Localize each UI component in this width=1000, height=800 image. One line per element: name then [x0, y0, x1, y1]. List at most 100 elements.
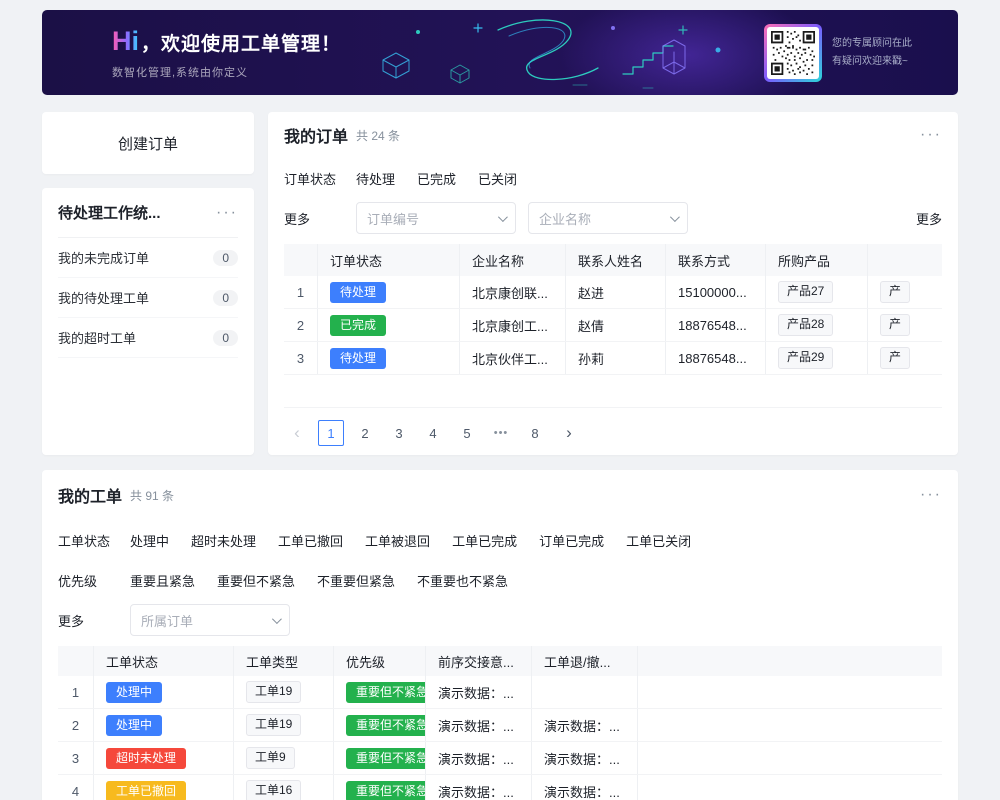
workorder-row[interactable]: 1 处理中 工单19 重要但不紧急 演示数据：...: [58, 676, 942, 709]
filler-cell: [638, 676, 942, 708]
my-orders-panel: 我的订单 共 24 条 ··· 订单状态 待处理 已完成 已关闭 更多 订单编号: [268, 112, 958, 455]
order-row[interactable]: 2 已完成 北京康创工... 赵倩 18876548... 产品28 产: [284, 309, 942, 342]
priority-option-important-urgent[interactable]: 重要且紧急: [130, 571, 195, 590]
pagination-page-5[interactable]: 5: [454, 420, 480, 446]
stat-label: 我的待处理工单: [58, 288, 149, 307]
wo-status-option-overdue[interactable]: 超时未处理: [191, 531, 256, 550]
header-index: [58, 646, 94, 676]
header-preface-note: 前序交接意...: [426, 646, 532, 676]
stats-more-menu-icon[interactable]: ···: [216, 205, 238, 221]
orders-more-menu-icon[interactable]: ···: [920, 127, 942, 143]
qr-code-frame: [764, 24, 822, 82]
wo-status-option-closed[interactable]: 工单已关闭: [626, 531, 691, 550]
pagination-ellipsis-icon[interactable]: •••: [488, 420, 514, 446]
wo-status-cell: 处理中: [94, 709, 234, 741]
contact-cell: 孙莉: [566, 342, 666, 374]
order-status-option-completed[interactable]: 已完成: [417, 169, 456, 188]
header-priority: 优先级: [334, 646, 426, 676]
wo-status-option-returned[interactable]: 工单被退回: [365, 531, 430, 550]
priority-option-notimportant-urgent[interactable]: 不重要但紧急: [317, 571, 395, 590]
wo-status-option-withdrawn[interactable]: 工单已撤回: [278, 531, 343, 550]
parent-order-select[interactable]: 所属订单: [130, 604, 290, 636]
contact-cell: 赵进: [566, 276, 666, 308]
contact-cell: 赵倩: [566, 309, 666, 341]
row-index: 2: [58, 709, 94, 741]
qr-caption: 您的专属顾问在此 有疑问欢迎来戳~: [832, 35, 936, 71]
order-status-cell: 已完成: [318, 309, 460, 341]
product-tag-clipped: 产: [880, 281, 910, 303]
banner-hi-text: Hi: [112, 26, 139, 57]
filler-cell: [638, 709, 942, 741]
order-status-option-closed[interactable]: 已关闭: [478, 169, 517, 188]
orders-more-link[interactable]: 更多: [916, 209, 942, 228]
order-row[interactable]: 1 待处理 北京康创联... 赵进 15100000... 产品27 产: [284, 276, 942, 309]
return-cell: [532, 676, 638, 708]
chevron-down-icon: [670, 212, 680, 222]
pagination-page-3[interactable]: 3: [386, 420, 412, 446]
qr-pattern-icon: [771, 31, 815, 75]
pagination-page-4[interactable]: 4: [420, 420, 446, 446]
stat-item-pending-workorders[interactable]: 我的待处理工单 0: [58, 278, 238, 318]
preface-cell: 演示数据：...: [426, 676, 532, 708]
parent-order-placeholder: 所属订单: [141, 611, 193, 630]
orders-more-filter-label: 更多: [284, 209, 356, 228]
header-workorder-status: 工单状态: [94, 646, 234, 676]
company-name-select[interactable]: 企业名称: [528, 202, 688, 234]
product-cell: 产品28: [766, 309, 868, 341]
order-status-cell: 待处理: [318, 276, 460, 308]
chevron-down-icon: [272, 614, 282, 624]
page: Hi ，欢迎使用工单管理！ 数智化管理,系统由你定义: [0, 0, 1000, 800]
wo-status-option-processing[interactable]: 处理中: [130, 531, 169, 550]
workorder-status-filter-label: 工单状态: [58, 531, 130, 550]
product-cell-clipped: 产: [868, 276, 942, 308]
header-filler: [638, 646, 942, 676]
workorder-row[interactable]: 2 处理中 工单19 重要但不紧急 演示数据：... 演示数据：...: [58, 709, 942, 742]
create-order-button[interactable]: 创建订单: [42, 112, 254, 174]
workorder-row[interactable]: 3 超时未处理 工单9 重要但不紧急 演示数据：... 演示数据：...: [58, 742, 942, 775]
order-status-filter-label: 订单状态: [284, 169, 356, 188]
wo-status-option-order-completed[interactable]: 订单已完成: [539, 531, 604, 550]
pagination-next-icon[interactable]: ›: [556, 420, 582, 446]
filler-cell: [638, 775, 942, 800]
banner-decoration-graphic: [323, 10, 753, 95]
status-badge: 工单已撤回: [106, 781, 186, 800]
pagination-prev-icon[interactable]: ‹: [284, 420, 310, 446]
preface-cell: 演示数据：...: [426, 742, 532, 774]
workorders-count: 共 91 条: [130, 487, 174, 504]
phone-cell: 15100000...: [666, 276, 766, 308]
wo-type-cell: 工单19: [234, 676, 334, 708]
order-status-option-pending[interactable]: 待处理: [356, 169, 395, 188]
priority-badge: 重要但不紧急: [346, 715, 426, 736]
order-number-select[interactable]: 订单编号: [356, 202, 516, 234]
header-contact-phone: 联系方式: [666, 244, 766, 276]
product-tag: 产品28: [778, 314, 833, 336]
priority-option-notimportant-noturgent[interactable]: 不重要也不紧急: [417, 571, 508, 590]
orders-panel-title: 我的订单: [284, 123, 348, 147]
status-badge: 待处理: [330, 282, 386, 303]
company-cell: 北京康创工...: [460, 309, 566, 341]
header-return-note: 工单退/撤...: [532, 646, 638, 676]
wo-status-cell: 工单已撤回: [94, 775, 234, 800]
priority-badge: 重要但不紧急: [346, 781, 426, 800]
stat-item-overdue-workorders[interactable]: 我的超时工单 0: [58, 318, 238, 358]
wo-type-cell: 工单19: [234, 709, 334, 741]
phone-cell: 18876548...: [666, 309, 766, 341]
workorder-row[interactable]: 4 工单已撤回 工单16 重要但不紧急 演示数据：... 演示数据：...: [58, 775, 942, 800]
type-tag: 工单19: [246, 681, 301, 703]
stat-item-unfinished-orders[interactable]: 我的未完成订单 0: [58, 238, 238, 278]
stat-count-badge: 0: [213, 330, 238, 346]
product-tag-clipped: 产: [880, 347, 910, 369]
pagination-page-2[interactable]: 2: [352, 420, 378, 446]
workorders-panel-title: 我的工单: [58, 483, 122, 507]
order-row[interactable]: 3 待处理 北京伙伴工... 孙莉 18876548... 产品29 产: [284, 342, 942, 375]
filler-cell: [638, 742, 942, 774]
wo-status-option-completed[interactable]: 工单已完成: [452, 531, 517, 550]
status-badge: 处理中: [106, 682, 162, 703]
priority-option-important-noturgent[interactable]: 重要但不紧急: [217, 571, 295, 590]
stat-count-badge: 0: [213, 250, 238, 266]
pagination-page-1[interactable]: 1: [318, 420, 344, 446]
banner-text-block: Hi ，欢迎使用工单管理！ 数智化管理,系统由你定义: [112, 26, 341, 80]
return-cell: 演示数据：...: [532, 742, 638, 774]
pagination-page-8[interactable]: 8: [522, 420, 548, 446]
workorders-more-menu-icon[interactable]: ···: [920, 487, 942, 503]
